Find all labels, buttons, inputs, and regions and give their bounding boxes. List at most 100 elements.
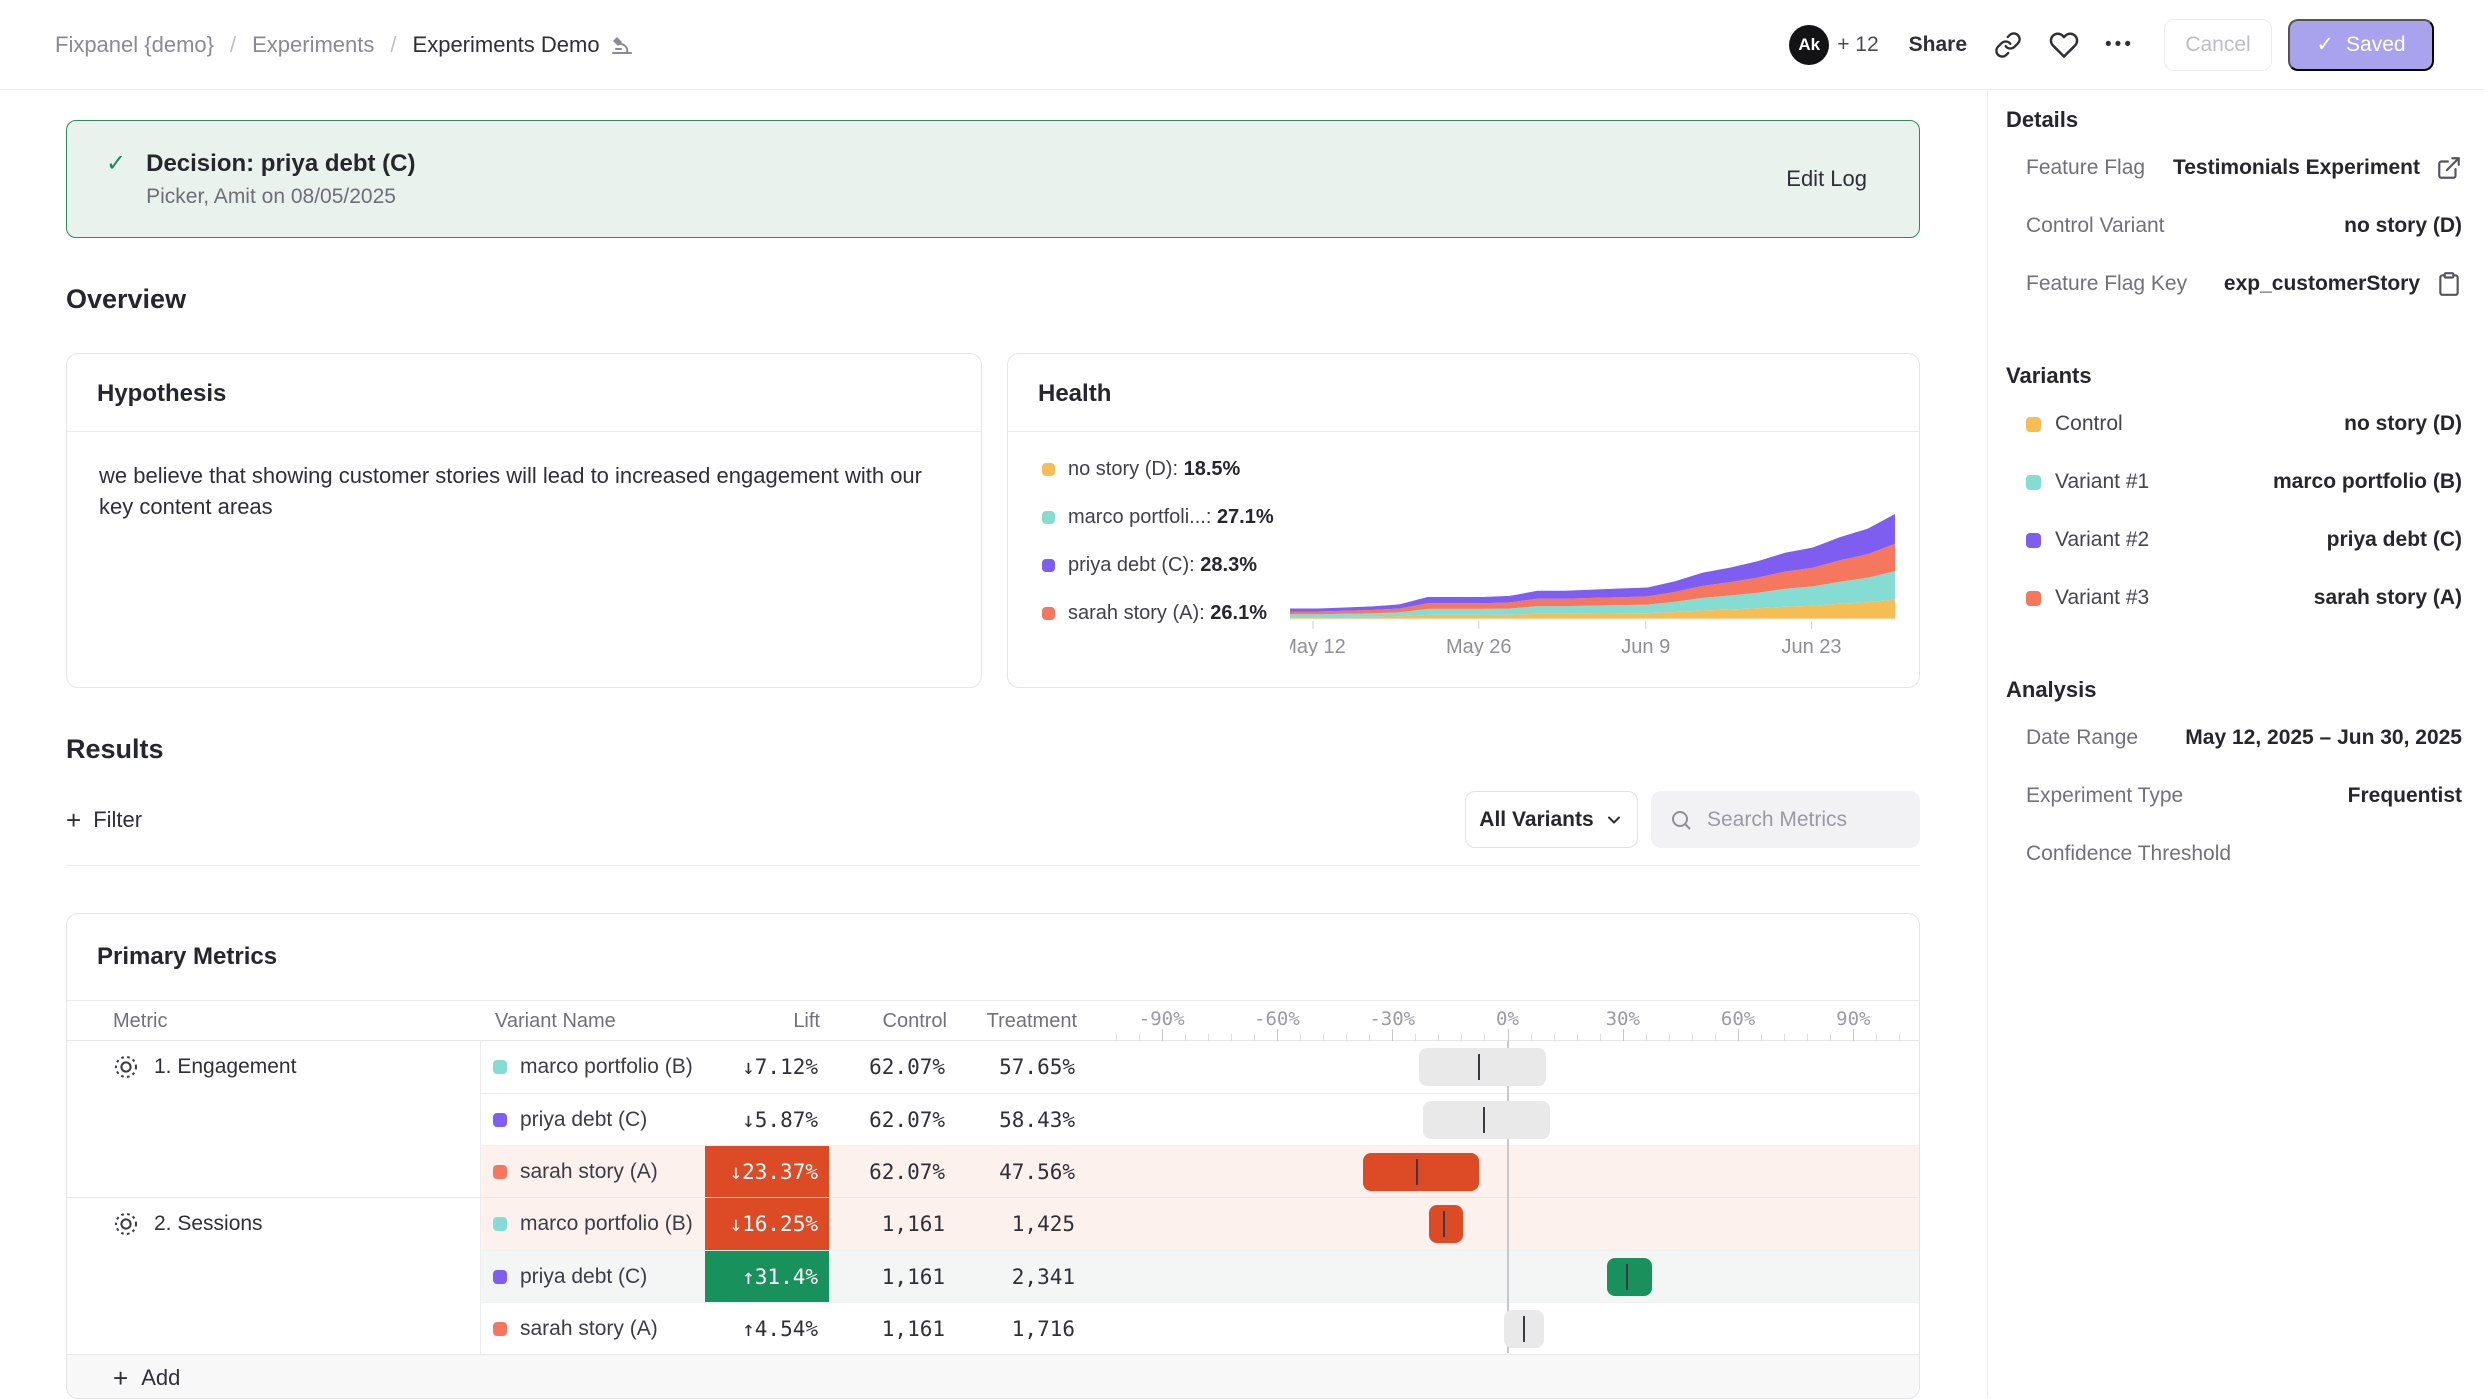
- spacer: [1909, 1094, 1919, 1145]
- row-value-text: no story (D): [2344, 214, 2462, 238]
- spacer: [1077, 1251, 1102, 1302]
- row-label-text: Feature Flag: [2026, 156, 2145, 180]
- ci-plot-cell: [1102, 1198, 1909, 1250]
- ci-axis: -90%-60%-30%0%30%60%90%: [1104, 1001, 1911, 1041]
- row-label: Confidence Threshold: [2026, 842, 2231, 866]
- metric-name[interactable]: 2. Sessions: [67, 1198, 480, 1250]
- breadcrumb-experiments[interactable]: Experiments: [252, 32, 374, 58]
- ci-axis-tick: [1231, 1034, 1232, 1041]
- row-value: sarah story (A): [2314, 586, 2462, 610]
- health-legend-item: marco portfoli...: 27.1%: [1042, 506, 1274, 528]
- ci-axis-tick: [1508, 1029, 1509, 1041]
- saved-label: Saved: [2346, 33, 2406, 57]
- spacer: [1909, 1041, 1919, 1093]
- health-legend: no story (D): 18.5% marco portfoli...: 27…: [1042, 458, 1274, 650]
- lift-value: ↓16.25%: [705, 1198, 829, 1250]
- table-row[interactable]: marco portfolio (B)↓16.25%1,1611,425: [481, 1198, 1919, 1250]
- row-label: Control Variant: [2026, 214, 2165, 238]
- avatar[interactable]: Ak: [1789, 25, 1829, 65]
- x-axis-tick-label: Jun 23: [1781, 636, 1841, 656]
- legend-swatch: [1042, 511, 1055, 524]
- breadcrumb-project[interactable]: Fixpanel {demo}: [55, 32, 214, 58]
- ci-axis-tick: [1853, 1029, 1854, 1041]
- table-row[interactable]: priya debt (C)↑31.4%1,1612,341: [481, 1250, 1919, 1302]
- x-axis-tick-label: May 26: [1446, 636, 1512, 656]
- variant-name-cell: marco portfolio (B): [481, 1041, 705, 1093]
- decision-banner-content: ✓ Decision: priya debt (C) Picker, Amit …: [106, 149, 415, 209]
- spacer: [1909, 1303, 1919, 1354]
- variant-name-cell: sarah story (A): [481, 1303, 705, 1354]
- variant-swatch: [493, 1322, 507, 1336]
- cancel-button[interactable]: Cancel: [2164, 19, 2272, 71]
- external-link-icon[interactable]: [2436, 155, 2462, 181]
- top-bar: Fixpanel {demo} / Experiments / Experime…: [0, 0, 2484, 90]
- details-row: Feature Flag Keyexp_customerStory: [2006, 255, 2462, 313]
- row-value-text: exp_customerStory: [2224, 272, 2420, 296]
- variant-swatch: [493, 1217, 507, 1231]
- metric-name[interactable]: 1. Engagement: [67, 1041, 480, 1093]
- legend-label: no story (D): 18.5%: [1068, 458, 1240, 481]
- treatment-value: 58.43%: [947, 1094, 1077, 1145]
- favorite-heart-icon[interactable]: [2049, 30, 2079, 60]
- lift-value: ↓23.37%: [705, 1146, 829, 1197]
- search-metrics-input[interactable]: [1707, 808, 1897, 832]
- ci-plot-cell: [1102, 1041, 1909, 1093]
- details-heading: Details: [2006, 107, 2462, 133]
- variant-name-cell: priya debt (C): [481, 1251, 705, 1302]
- spacer: [1077, 1198, 1102, 1250]
- ci-axis-tick: [1830, 1034, 1831, 1041]
- metric-rows: marco portfolio (B)↓7.12%62.07%57.65%pri…: [481, 1041, 1919, 1197]
- add-filter-button[interactable]: + Filter: [66, 807, 142, 833]
- hypothesis-text: we believe that showing customer stories…: [67, 432, 981, 550]
- search-metrics-box: [1651, 791, 1920, 848]
- ci-axis-label: -60%: [1254, 1008, 1300, 1030]
- variant-swatch: [493, 1060, 507, 1074]
- table-row[interactable]: marco portfolio (B)↓7.12%62.07%57.65%: [481, 1041, 1919, 1093]
- edit-log-button[interactable]: Edit Log: [1786, 166, 1867, 192]
- ci-axis-label: -90%: [1139, 1008, 1185, 1030]
- variant-name-cell: marco portfolio (B): [481, 1198, 705, 1250]
- ci-axis-tick: [1484, 1034, 1485, 1041]
- row-label: Feature Flag: [2026, 156, 2145, 180]
- avatar-overflow-count[interactable]: + 12: [1837, 33, 1878, 57]
- copy-link-icon[interactable]: [1994, 31, 2022, 59]
- row-label-text: Variant #2: [2055, 528, 2149, 552]
- table-row[interactable]: priya debt (C)↓5.87%62.07%58.43%: [481, 1093, 1919, 1145]
- confidence-interval-bar: [1363, 1153, 1478, 1191]
- metric-group: 1. Engagementmarco portfolio (B)↓7.12%62…: [67, 1041, 1919, 1197]
- results-heading: Results: [66, 734, 1920, 764]
- table-row[interactable]: sarah story (A)↑4.54%1,1611,716: [481, 1302, 1919, 1354]
- health-legend-item: sarah story (A): 26.1%: [1042, 602, 1274, 624]
- ci-axis-tick: [1185, 1034, 1186, 1041]
- analysis-row: Date RangeMay 12, 2025 – Jun 30, 2025: [2006, 709, 2462, 767]
- analysis-row: Experiment TypeFrequentist: [2006, 767, 2462, 825]
- control-value: 1,161: [829, 1251, 947, 1302]
- results-toolbar: + Filter All Variants: [66, 791, 1920, 848]
- clipboard-copy-icon[interactable]: [2436, 271, 2462, 297]
- ci-axis-tick: [1254, 1034, 1255, 1041]
- lift-point-marker: [1443, 1211, 1445, 1237]
- variants-row: Controlno story (D): [2006, 395, 2462, 453]
- search-icon: [1669, 808, 1693, 832]
- more-options-icon[interactable]: •••: [2105, 34, 2134, 56]
- metric-cell: 1. Engagement: [67, 1041, 481, 1197]
- confidence-interval-bar: [1423, 1101, 1550, 1139]
- column-treatment: Treatment: [949, 1010, 1079, 1033]
- breadcrumb-current: Experiments Demo: [413, 32, 634, 58]
- control-value: 1,161: [829, 1303, 947, 1354]
- confidence-interval-bar: [1429, 1205, 1464, 1243]
- table-row[interactable]: sarah story (A)↓23.37%62.07%47.56%: [481, 1145, 1919, 1197]
- control-value: 62.07%: [829, 1041, 947, 1093]
- ci-axis-label: 90%: [1836, 1008, 1870, 1030]
- ci-axis-tick: [1277, 1029, 1278, 1041]
- experiment-page: { "topbar": { "breadcrumb": ["Fixpanel {…: [0, 0, 2484, 1398]
- saved-button[interactable]: ✓ Saved: [2288, 19, 2434, 71]
- share-button[interactable]: Share: [1909, 33, 1967, 57]
- ci-axis-tick: [1461, 1034, 1462, 1041]
- add-metric-button[interactable]: + Add: [67, 1354, 1919, 1399]
- variants-dropdown[interactable]: All Variants: [1465, 791, 1638, 848]
- row-value: Testimonials Experiment: [2173, 155, 2462, 181]
- row-label: Variant #3: [2026, 586, 2149, 610]
- lift-point-marker: [1416, 1159, 1418, 1185]
- lift-value: ↓5.87%: [705, 1094, 829, 1145]
